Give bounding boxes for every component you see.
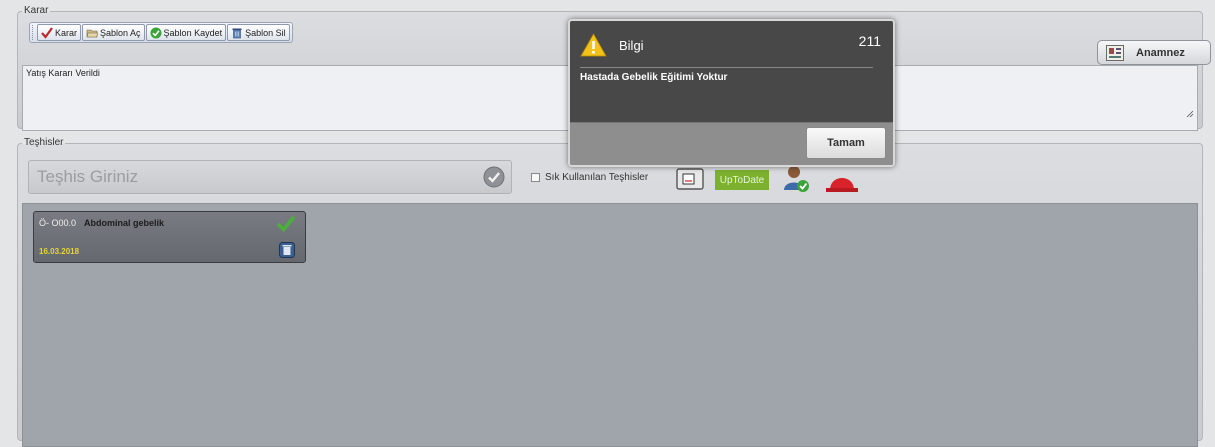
karar-toolbar: Karar Şablon Aç Şablon Kaydet Şablon Sil: [29, 22, 293, 43]
tamam-button[interactable]: Tamam: [806, 127, 886, 159]
sablon-kaydet-label: Şablon Kaydet: [163, 27, 223, 38]
green-check-circle-icon: [150, 27, 162, 38]
diagnosis-list-area: Ö- O00.0 Abdominal gebelik 16.03.2018: [22, 203, 1198, 447]
dialog-number: 211: [858, 33, 881, 49]
sik-kullanilan-checkbox[interactable]: Sık Kullanılan Teşhisler: [531, 172, 648, 183]
dialog-divider: [580, 67, 873, 68]
teshisler-legend: Teşhisler: [24, 137, 64, 148]
anamnez-button[interactable]: Anamnez: [1097, 40, 1211, 65]
karar-legend: Karar: [24, 5, 49, 16]
trash-icon: [232, 28, 242, 38]
info-dialog: Bilgi 211 Hastada Gebelik Eğitimi Yoktur…: [568, 19, 895, 167]
patient-record-icon: [1106, 44, 1124, 61]
diagnosis-date: 16.03.2018: [39, 247, 80, 256]
sik-kullanilan-label: Sık Kullanılan Teşhisler: [545, 172, 649, 183]
sablon-kaydet-button[interactable]: Şablon Kaydet: [145, 24, 227, 41]
diagnosis-name: Abdominal gebelik: [84, 218, 165, 228]
sablon-ac-label: Şablon Aç: [100, 27, 141, 38]
uptodate-button[interactable]: UpToDate: [715, 170, 769, 190]
teshis-input[interactable]: [35, 163, 475, 191]
checkbox-box[interactable]: [531, 173, 540, 182]
dialog-footer: Tamam: [570, 122, 893, 165]
karar-button[interactable]: Karar: [37, 24, 82, 41]
teshis-search-box: [28, 160, 512, 194]
dialog-message: Hastada Gebelik Eğitimi Yoktur: [580, 72, 728, 83]
resize-grip-icon[interactable]: [1186, 110, 1194, 118]
open-folder-icon: [86, 29, 99, 37]
confirm-check-circle-icon[interactable]: [483, 166, 505, 188]
teshisler-panel: Teşhisler Sık Kullanılan Teşhisler UpToD…: [17, 137, 1203, 447]
sablon-sil-button[interactable]: Şablon Sil: [227, 24, 290, 41]
dialog-title: Bilgi: [619, 37, 644, 53]
dialog-header: Bilgi 211: [580, 31, 883, 59]
warning-triangle-icon: [580, 33, 607, 57]
toolbar-grip: [32, 25, 35, 40]
diagnosis-code: Ö- O00.0: [39, 218, 77, 228]
check-icon: [276, 215, 296, 232]
sablon-sil-label: Şablon Sil: [245, 27, 286, 38]
alarm-light-icon[interactable]: [824, 172, 860, 192]
karar-button-label: Karar: [55, 27, 78, 38]
red-check-icon: [41, 26, 53, 39]
diagnosis-card[interactable]: Ö- O00.0 Abdominal gebelik 16.03.2018: [33, 211, 306, 263]
sablon-ac-button[interactable]: Şablon Aç: [82, 24, 145, 41]
user-approve-icon[interactable]: [782, 164, 812, 194]
anamnez-label: Anamnez: [1136, 46, 1185, 59]
diagnosis-list-icon[interactable]: [676, 168, 704, 190]
trash-icon[interactable]: [279, 242, 295, 258]
